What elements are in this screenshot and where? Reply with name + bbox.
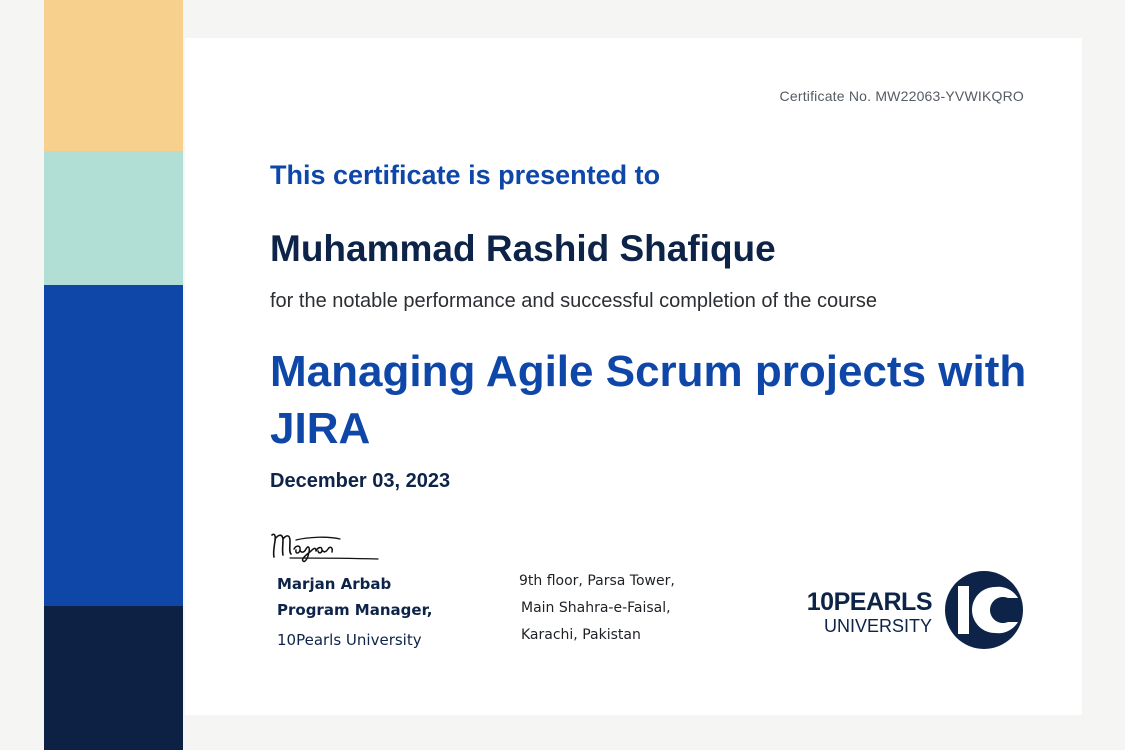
logo-subtitle: UNIVERSITY (823, 616, 932, 636)
presented-to-heading: This certificate is presented to (270, 160, 661, 190)
recipient-name: Muhammad Rashid Shafique (270, 228, 776, 269)
completion-text: for the notable performance and successf… (270, 290, 878, 312)
address-block: 9th floor, Parsa Tower, Main Shahra-e-Fa… (519, 568, 675, 649)
certificate-page: Certificate No. MW22063-YVWIKQRO This ce… (0, 0, 1125, 750)
decor-stripe-mint (44, 151, 183, 285)
decor-stripe-navy (44, 606, 183, 750)
certificate-card: Certificate No. MW22063-YVWIKQRO This ce… (185, 38, 1082, 715)
10pearls-university-logo: 10PEARLS UNIVERSITY (789, 570, 1024, 652)
address-line-2: Main Shahra-e-Faisal, (521, 600, 671, 616)
address-line-1: 9th floor, Parsa Tower, (519, 573, 675, 589)
course-title: Managing Agile Scrum projects with JIRA (270, 347, 1027, 453)
certificate-number: Certificate No. MW22063-YVWIKQRO (779, 88, 1024, 104)
signer-name: Marjan Arbab (277, 575, 392, 593)
signer-organization: 10Pearls University (277, 631, 422, 649)
decor-stripe-blue (44, 285, 183, 606)
address-line-3: Karachi, Pakistan (521, 627, 641, 643)
decor-stripe-yellow (44, 0, 183, 151)
signer-title: Program Manager, (277, 601, 433, 619)
signature-image (271, 533, 379, 563)
signer-block: Marjan Arbab Program Manager, 10Pearls U… (277, 571, 432, 653)
logo-ten-mark-icon (945, 571, 1023, 649)
logo-wordmark: 10PEARLS (806, 588, 933, 616)
completion-date: December 03, 2023 (270, 470, 451, 492)
